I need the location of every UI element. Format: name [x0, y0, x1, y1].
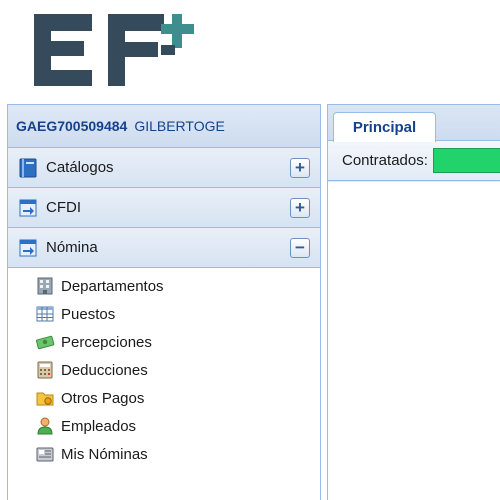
accordion-catalogos[interactable]: Catálogos + [8, 148, 320, 188]
tab-strip: Principal [328, 105, 500, 142]
money-icon [35, 335, 55, 350]
expand-toggle-catalogos[interactable]: + [290, 158, 310, 178]
calculator-icon [37, 361, 53, 379]
user-name: GILBERTOGE [134, 118, 225, 134]
tab-principal[interactable]: Principal [333, 112, 436, 142]
navigation-panel: GAEG700509484 GILBERTOGE Catálogos + CFD… [7, 104, 321, 500]
accordion-label: Catálogos [46, 159, 114, 176]
document-arrow-icon [19, 199, 37, 216]
contratados-indicator [432, 148, 500, 173]
document-arrow-icon [19, 239, 37, 256]
menu-item-label: Puestos [61, 305, 116, 323]
menu-item-label: Departamentos [61, 277, 164, 295]
folder-coins-icon [36, 392, 54, 406]
menu-item-deducciones[interactable]: Deducciones [8, 356, 320, 384]
accordion-label: Nómina [46, 239, 98, 256]
menu-item-label: Mis Nóminas [61, 445, 148, 463]
user-header: GAEG700509484 GILBERTOGE [8, 105, 320, 148]
menu-item-label: Percepciones [61, 333, 152, 351]
main-content-area [328, 182, 500, 500]
person-icon [37, 417, 53, 435]
collapse-toggle-nomina[interactable]: − [290, 238, 310, 258]
accordion-label: CFDI [46, 199, 81, 216]
accordion-nomina[interactable]: Nómina − [8, 228, 320, 268]
menu-item-empleados[interactable]: Empleados [8, 412, 320, 440]
menu-item-label: Deducciones [61, 361, 148, 379]
main-panel: Principal Contratados: [327, 104, 500, 500]
menu-item-otros-pagos[interactable]: Otros Pagos [8, 384, 320, 412]
menu-item-puestos[interactable]: Puestos [8, 300, 320, 328]
menu-item-mis-nominas[interactable]: Mis Nóminas [8, 440, 320, 468]
table-grid-icon [36, 306, 54, 322]
menu-item-label: Otros Pagos [61, 389, 145, 407]
user-rfc: GAEG700509484 [16, 118, 128, 134]
nomina-submenu: Departamentos Puestos Percepciones Deduc… [8, 268, 320, 468]
ef-plus-logo [34, 14, 194, 86]
building-icon [37, 277, 53, 295]
contratados-label: Contratados: [342, 152, 428, 169]
status-toolbar: Contratados: [328, 141, 500, 181]
book-icon [19, 158, 37, 177]
menu-item-percepciones[interactable]: Percepciones [8, 328, 320, 356]
menu-item-departamentos[interactable]: Departamentos [8, 272, 320, 300]
expand-toggle-cfdi[interactable]: + [290, 198, 310, 218]
accordion-cfdi[interactable]: CFDI + [8, 188, 320, 228]
payroll-list-icon [36, 447, 54, 462]
menu-item-label: Empleados [61, 417, 137, 435]
